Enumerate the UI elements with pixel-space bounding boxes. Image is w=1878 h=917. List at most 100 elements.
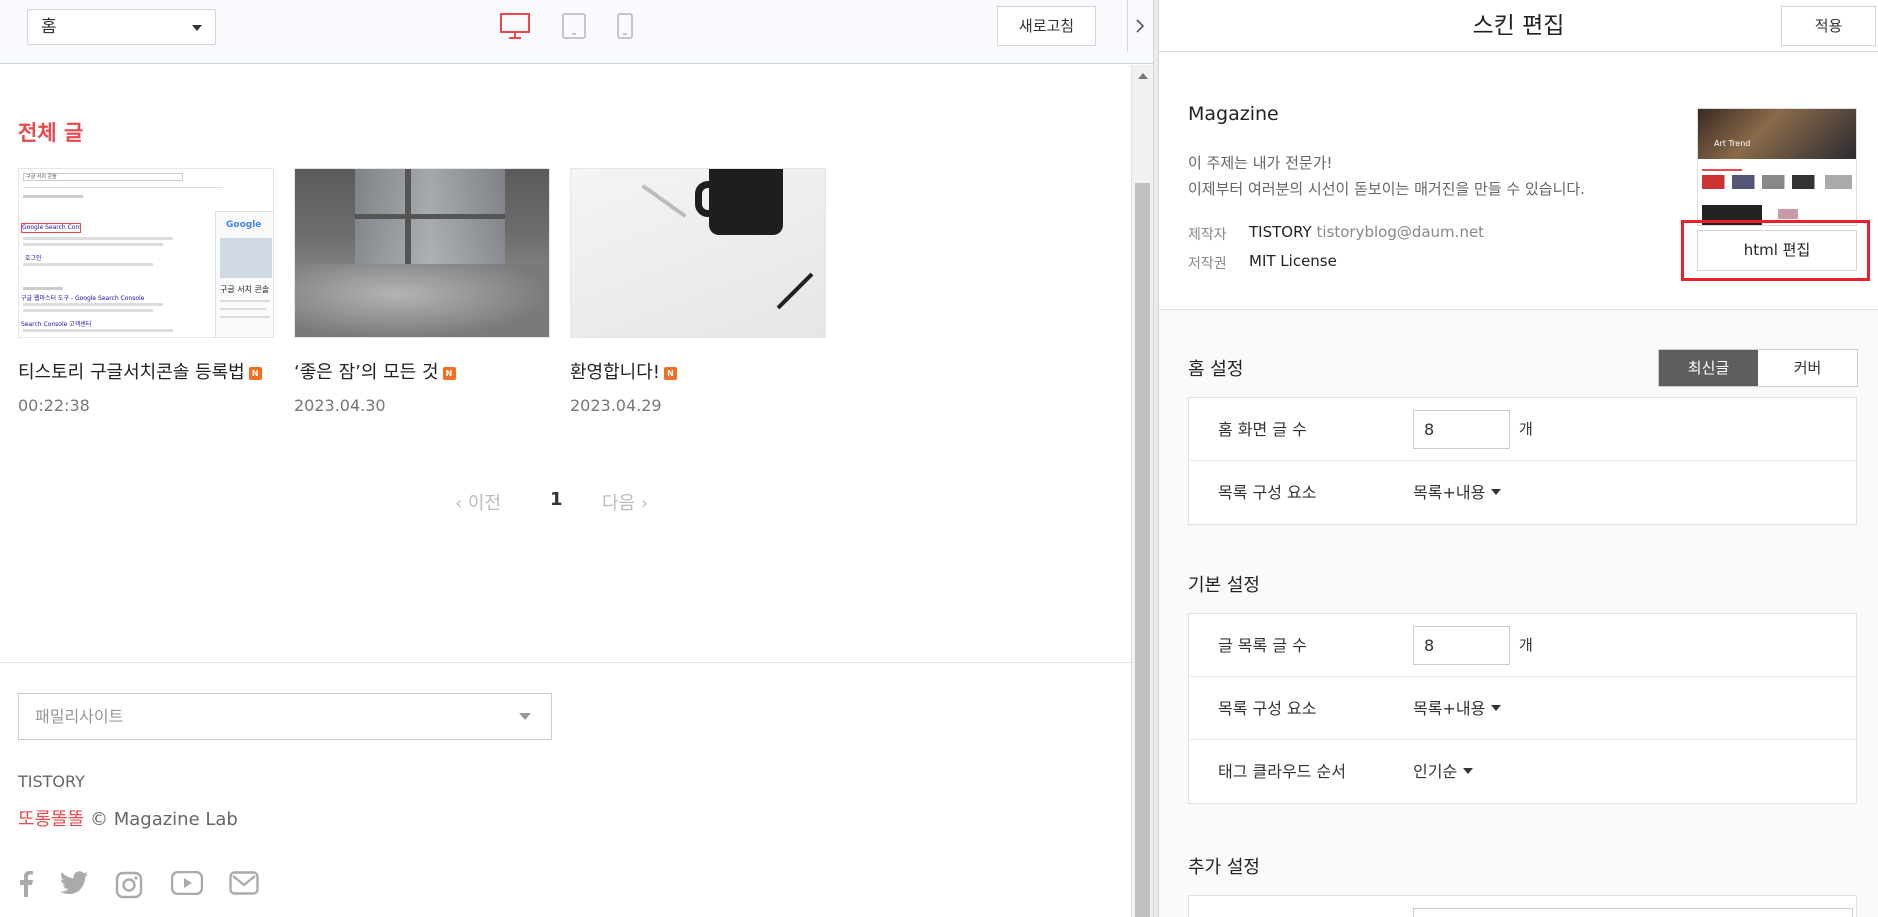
setting-label: 목록 구성 요소	[1218, 699, 1317, 718]
page-select[interactable]: 홈	[27, 9, 216, 45]
post-title[interactable]: 티스토리 구글서치콘솔 등록법 N	[18, 358, 262, 384]
home-post-count-input[interactable]: 8	[1413, 410, 1510, 449]
toggle-latest-button[interactable]: 최신글	[1659, 350, 1758, 386]
panel-title: 스킨 편집	[1472, 13, 1565, 39]
tablet-view-icon[interactable]	[561, 13, 587, 43]
pagination: ‹ 이전 1 다음 ›	[455, 489, 695, 519]
tag-cloud-order-dropdown[interactable]: 인기순	[1413, 740, 1474, 803]
thumb-google-logo: Google	[226, 220, 262, 230]
post-date: 00:22:38	[18, 396, 90, 415]
preview-pane: 홈 새로고침 전체 글 구글 서치 콘솔 Google Search Conso…	[0, 0, 1153, 917]
extra-settings-box	[1188, 895, 1857, 917]
caret-down-icon	[1463, 768, 1474, 774]
blog-nickname-link[interactable]: 또롱똘똘	[18, 809, 84, 830]
social-links	[18, 870, 278, 903]
next-label: 다음	[602, 493, 636, 514]
new-badge: N	[664, 367, 678, 380]
copyright-text: © Magazine Lab	[89, 809, 238, 830]
thumb-result-link: 구글 웹마스터 도구 - Google Search Console	[21, 295, 145, 302]
post-title[interactable]: 환영합니다! N	[570, 358, 678, 384]
author-name: TISTORY	[1249, 223, 1312, 241]
setting-row: 태그 클라우드 순서 인기순	[1189, 740, 1856, 803]
skin-edit-panel: 스킨 편집 적용 Magazine 이 주제는 내가 전문가! 이제부터 여러분…	[1159, 0, 1878, 917]
author-label: 제작자	[1188, 227, 1227, 243]
scroll-up-arrow-icon[interactable]	[1138, 73, 1148, 79]
mail-icon[interactable]	[229, 871, 259, 899]
toggle-cover-button[interactable]: 커버	[1758, 350, 1857, 386]
instagram-icon[interactable]	[115, 871, 143, 903]
extra-settings-title: 추가 설정	[1188, 857, 1260, 878]
facebook-icon[interactable]	[18, 871, 34, 901]
home-settings-box: 홈 화면 글 수 8 개 목록 구성 요소 목록+내용	[1188, 397, 1857, 525]
skin-info-section: Magazine 이 주제는 내가 전문가! 이제부터 여러분의 시선이 돋보이…	[1159, 53, 1878, 310]
skin-thumbnail: Art Trend	[1697, 108, 1857, 226]
basic-settings-box: 글 목록 글 수 8 개 목록 구성 요소 목록+내용 태그 클라우드 순서 인…	[1188, 613, 1857, 804]
post-date: 2023.04.30	[294, 396, 386, 415]
footer-brand: TISTORY	[18, 772, 85, 791]
next-page-link[interactable]: 다음 ›	[602, 489, 648, 515]
post-title-text: 환영합니다!	[570, 362, 661, 383]
author-value: TISTORY tistoryblog@daum.net	[1249, 223, 1484, 241]
panel-header: 스킨 편집 적용	[1159, 0, 1878, 52]
section-title: 전체 글	[18, 121, 84, 145]
skin-description-line2: 이제부터 여러분의 시선이 돋보이는 매거진을 만들 수 있습니다.	[1188, 180, 1585, 198]
home-list-component-dropdown[interactable]: 목록+내용	[1413, 461, 1502, 524]
preview-scrollbar[interactable]	[1131, 65, 1153, 917]
chevron-down-icon	[519, 713, 531, 720]
prev-page-link[interactable]: ‹ 이전	[455, 489, 501, 515]
author-email: tistoryblog@daum.net	[1316, 223, 1485, 241]
collapse-panel-button[interactable]	[1127, 0, 1153, 52]
post-title-text: ‘좋은 잠’의 모든 것	[294, 362, 439, 383]
skin-description-line1: 이 주제는 내가 전문가!	[1188, 154, 1333, 172]
setting-label: 홈 화면 글 수	[1218, 420, 1307, 439]
post-thumbnail	[294, 168, 550, 338]
youtube-icon[interactable]	[170, 870, 204, 899]
post-date: 2023.04.29	[570, 396, 662, 415]
license-label: 저작권	[1188, 256, 1227, 272]
home-type-toggle: 최신글 커버	[1658, 349, 1858, 387]
caret-down-icon	[1491, 705, 1502, 711]
setting-row: 홈 화면 글 수 8 개	[1189, 398, 1856, 461]
caret-down-icon	[1491, 489, 1502, 495]
scroll-thumb[interactable]	[1135, 183, 1150, 917]
thumb-panel-title: 구글 서치 콘솔	[220, 285, 270, 294]
page-select-value: 홈	[41, 17, 57, 37]
thumb-result-link: Google Search Console	[21, 223, 81, 233]
unit-label: 개	[1519, 420, 1533, 438]
footer-copyright: 또롱똘똘 © Magazine Lab	[18, 805, 238, 831]
thumb-result-heading: 호그인	[25, 255, 42, 262]
chevron-right-icon	[1136, 19, 1145, 33]
blog-preview: 전체 글 구글 서치 콘솔 Google Search Console 호그인 …	[0, 65, 1131, 917]
setting-label: 목록 구성 요소	[1218, 483, 1317, 502]
setting-label: 글 목록 글 수	[1218, 636, 1307, 655]
unit-label: 개	[1519, 636, 1533, 654]
home-settings-title: 홈 설정	[1188, 359, 1244, 380]
post-thumbnail: 구글 서치 콘솔 Google Search Console 호그인 구글 웹마…	[18, 168, 274, 338]
html-edit-highlight	[1681, 220, 1870, 281]
desktop-view-icon[interactable]	[500, 13, 530, 43]
footer-divider	[0, 662, 1131, 663]
dropdown-value: 인기순	[1413, 762, 1458, 781]
apply-button[interactable]: 적용	[1781, 6, 1876, 46]
setting-row: 목록 구성 요소 목록+내용	[1189, 677, 1856, 740]
dropdown-value: 목록+내용	[1413, 699, 1486, 718]
prev-label: 이전	[467, 493, 502, 514]
list-component-dropdown[interactable]: 목록+내용	[1413, 677, 1502, 740]
family-site-select[interactable]: 패밀리사이트	[18, 693, 552, 740]
dropdown-value: 목록+내용	[1413, 483, 1486, 502]
refresh-button[interactable]: 새로고침	[997, 6, 1096, 46]
extra-setting-input[interactable]	[1413, 908, 1853, 917]
license-value: MIT License	[1249, 252, 1337, 270]
twitter-icon[interactable]	[60, 871, 88, 899]
list-post-count-input[interactable]: 8	[1413, 626, 1510, 665]
skin-name: Magazine	[1188, 103, 1279, 125]
setting-row: 목록 구성 요소 목록+내용	[1189, 461, 1856, 524]
setting-label: 태그 클라우드 순서	[1218, 762, 1346, 781]
skin-thumb-caption: Art Trend	[1714, 139, 1751, 148]
basic-settings-title: 기본 설정	[1188, 575, 1260, 596]
thumb-result-link: Search Console 고객센터	[21, 321, 92, 328]
post-title[interactable]: ‘좋은 잠’의 모든 것N	[294, 358, 456, 384]
family-site-placeholder: 패밀리사이트	[35, 707, 124, 726]
current-page[interactable]: 1	[550, 489, 563, 510]
mobile-view-icon[interactable]	[617, 13, 633, 43]
